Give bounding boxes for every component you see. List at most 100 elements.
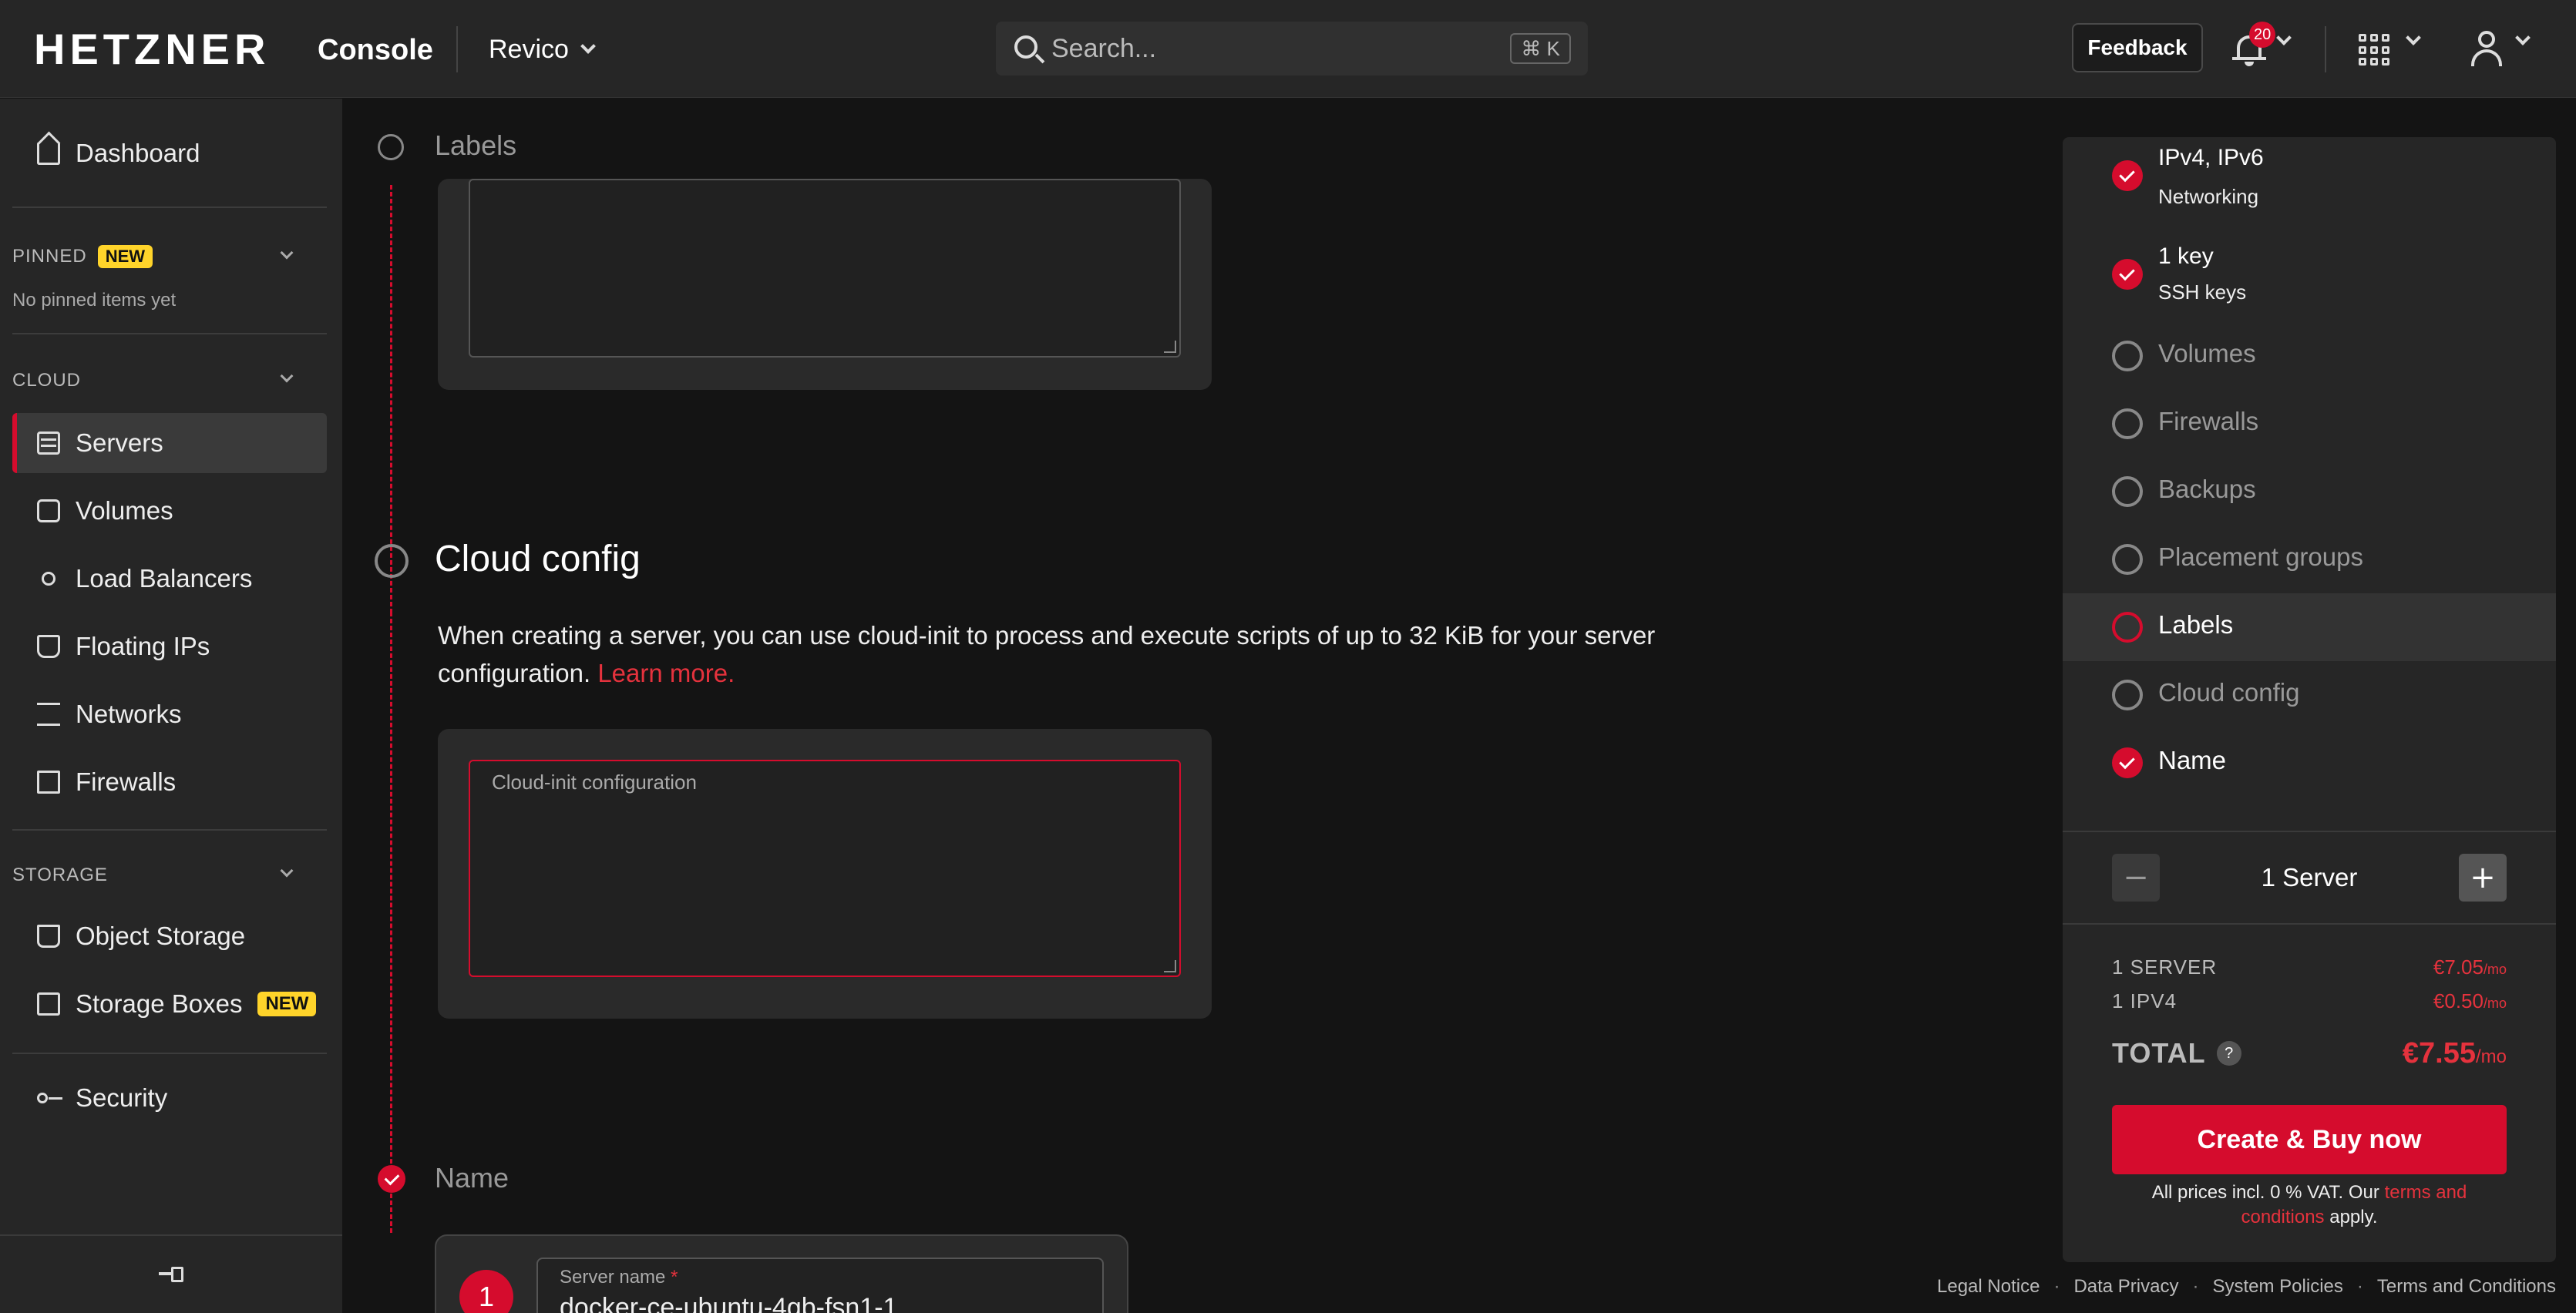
storage-box-icon [37, 992, 60, 1016]
sidebar-item-label: Networks [76, 700, 182, 728]
footer-links: Legal Notice · Data Privacy · System Pol… [1937, 1276, 2556, 1298]
help-icon[interactable]: ? [2216, 1041, 2241, 1066]
chevron-down-icon [580, 39, 596, 54]
summary-item-firewalls[interactable]: Firewalls [2063, 390, 2556, 458]
footer-link-terms[interactable]: Terms and Conditions [2377, 1276, 2556, 1298]
check-icon [2112, 747, 2143, 778]
footer-link-data-privacy[interactable]: Data Privacy [2073, 1276, 2178, 1298]
server-name-label: Server name * [560, 1267, 678, 1288]
price-row-server: 1 SERVER €7.05/mo [2112, 955, 2507, 979]
footer-link-legal-notice[interactable]: Legal Notice [1937, 1276, 2040, 1298]
sidebar-item-security[interactable]: Security [12, 1068, 327, 1128]
sidebar-item-floating-ips[interactable]: Floating IPs [12, 616, 327, 677]
search-shortcut: ⌘ K [1510, 33, 1571, 64]
search-input[interactable] [1051, 22, 1483, 76]
learn-more-link[interactable]: Learn more. [597, 659, 735, 687]
step-status-circle [378, 134, 404, 160]
create-and-buy-button[interactable]: Create & Buy now [2112, 1105, 2507, 1174]
sidebar-item-networks[interactable]: Networks [12, 684, 327, 744]
summary-item-label: Placement groups [2158, 542, 2363, 571]
top-bar: HETZNER Console Revico ⌘ K Feedback 20 [0, 0, 2576, 98]
notification-count-badge: 20 [2249, 22, 2276, 48]
summary-item-cloud-config[interactable]: Cloud config [2063, 661, 2556, 729]
labels-textarea[interactable] [470, 180, 1179, 356]
section-title: PINNED [12, 246, 87, 267]
sidebar-item-storage-boxes[interactable]: Storage Boxes NEW [12, 974, 327, 1034]
footer-link-system-policies[interactable]: System Policies [2212, 1276, 2342, 1298]
summary-divider [2063, 923, 2556, 925]
search-icon [1014, 35, 1037, 59]
price-value: €7.05/mo [2433, 955, 2507, 979]
storage-section-header[interactable]: STORAGE [12, 865, 108, 886]
sidebar-divider [12, 333, 327, 334]
sidebar-item-label: Security [76, 1083, 168, 1112]
summary-divider [2063, 831, 2556, 832]
header-divider [2325, 26, 2326, 72]
resize-handle[interactable] [1164, 960, 1176, 972]
chevron-down-icon[interactable] [280, 864, 294, 878]
summary-item-volumes[interactable]: Volumes [2063, 322, 2556, 390]
step-title-cloud-config[interactable]: Cloud config [435, 538, 641, 580]
radio-circle-icon [2112, 341, 2143, 371]
ssh-keys-value[interactable]: 1 key [2158, 243, 2214, 270]
sidebar-item-label: Load Balancers [76, 564, 253, 593]
sidebar-item-label: Servers [76, 428, 163, 457]
chevron-down-icon[interactable] [2515, 30, 2531, 45]
sidebar-item-object-storage[interactable]: Object Storage [12, 906, 327, 966]
step-title-labels[interactable]: Labels [435, 129, 516, 162]
cloud-config-description: When creating a server, you can use clou… [438, 616, 1748, 692]
summary-item-backups[interactable]: Backups [2063, 458, 2556, 526]
project-name: Revico [489, 35, 569, 64]
section-title: STORAGE [12, 865, 108, 885]
check-icon [2112, 259, 2143, 290]
search-bar[interactable]: ⌘ K [996, 22, 1588, 76]
summary-item-label: Cloud config [2158, 678, 2300, 707]
step-status-circle [375, 544, 409, 578]
summary-item-name[interactable]: Name [2063, 729, 2556, 797]
radio-circle-icon [2112, 476, 2143, 507]
cloud-init-textarea-wrapper [469, 760, 1181, 977]
object-storage-icon [37, 925, 60, 948]
sidebar-item-label: Dashboard [76, 139, 200, 167]
project-switcher[interactable]: Revico [489, 31, 596, 68]
server-name-field[interactable]: Server name * [536, 1258, 1104, 1313]
new-badge: NEW [257, 992, 317, 1016]
sidebar-item-dashboard[interactable]: Dashboard [12, 123, 327, 183]
summary-item-label: Labels [2158, 610, 2234, 639]
server-name-input[interactable] [560, 1293, 1084, 1313]
pin-icon[interactable] [159, 1267, 183, 1282]
resize-handle[interactable] [1164, 341, 1176, 353]
chevron-down-icon[interactable] [2406, 30, 2421, 45]
order-summary-panel: IPv4, IPv6 Networking 1 key SSH keys Vol… [2063, 137, 2556, 1262]
radio-circle-icon [2112, 408, 2143, 439]
hetzner-logo[interactable]: HETZNER [34, 26, 270, 72]
step-connector [390, 612, 392, 1233]
sidebar-item-label: Floating IPs [76, 632, 210, 660]
step-complete-check [378, 1165, 405, 1193]
chevron-down-icon[interactable] [280, 369, 294, 383]
sidebar-item-firewalls[interactable]: Firewalls [12, 752, 327, 812]
sidebar-divider [12, 207, 327, 208]
feedback-button[interactable]: Feedback [2072, 23, 2203, 72]
price-value: €0.50/mo [2433, 989, 2507, 1012]
check-icon [2112, 160, 2143, 191]
increase-quantity-button[interactable]: + [2459, 854, 2507, 902]
cloud-section-header[interactable]: CLOUD [12, 370, 81, 391]
apps-grid-icon[interactable] [2359, 34, 2391, 66]
pinned-section-header[interactable]: PINNED NEW [12, 245, 153, 268]
sidebar-item-load-balancers[interactable]: Load Balancers [12, 549, 327, 609]
summary-item-label: Volumes [2158, 339, 2256, 368]
chevron-down-icon[interactable] [280, 246, 294, 260]
price-label: 1 IPV4 [2112, 989, 2177, 1012]
summary-item-placement-groups[interactable]: Placement groups [2063, 526, 2556, 593]
sidebar-item-servers[interactable]: Servers [12, 413, 327, 473]
summary-item-labels[interactable]: Labels [2063, 593, 2556, 661]
sidebar-item-label: Volumes [76, 496, 173, 525]
networking-value[interactable]: IPv4, IPv6 [2158, 145, 2264, 171]
sidebar-item-volumes[interactable]: Volumes [12, 481, 327, 541]
firewall-icon [37, 771, 60, 794]
step-title-name[interactable]: Name [435, 1162, 509, 1194]
chevron-down-icon[interactable] [2276, 30, 2292, 45]
cloud-init-textarea[interactable] [470, 761, 1179, 976]
user-icon[interactable] [2470, 31, 2504, 66]
